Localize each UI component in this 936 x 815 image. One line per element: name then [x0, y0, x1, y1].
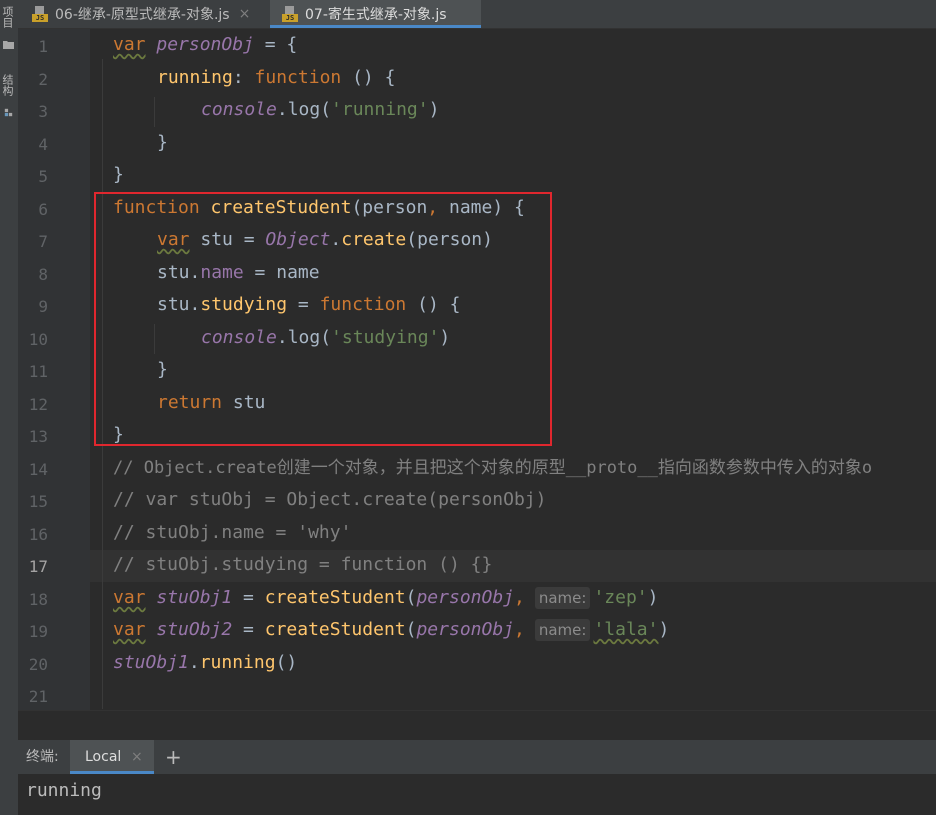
js-file-icon: JS — [32, 6, 48, 22]
line-number: 4 — [38, 135, 48, 154]
code-line-4: } — [157, 132, 168, 153]
code-line-7: var stu = Object.create(person) — [157, 229, 493, 250]
editor-tab-bar: JS 06-继承-原型式继承-对象.js × JS 07-寄生式继承-对象.js — [18, 0, 936, 29]
line-number: 19 — [28, 622, 48, 641]
indent-guide — [154, 324, 155, 354]
indent-guide — [102, 59, 103, 709]
line-number: 7 — [38, 232, 48, 251]
code-line-12: return stu — [157, 392, 266, 413]
line-number: 15 — [28, 492, 48, 511]
code-line-8: stu.name = name — [157, 262, 320, 283]
project-tool-button[interactable]: 项目 — [1, 6, 17, 28]
line-number: 21 — [28, 687, 48, 706]
indent-guide — [154, 97, 155, 127]
project-tool-label: 项目 — [1, 6, 14, 28]
tool-window-strip: 项目 结构 — [0, 0, 19, 815]
structure-tool-button[interactable]: 结构 — [1, 74, 17, 96]
close-icon[interactable]: × — [131, 740, 143, 774]
line-number: 13 — [28, 427, 48, 446]
line-number: 3 — [38, 102, 48, 121]
parameter-hint: name: — [534, 619, 591, 641]
tab-06-inheritance[interactable]: JS 06-继承-原型式继承-对象.js × — [18, 0, 270, 28]
terminal-title: 终端: — [26, 749, 59, 765]
line-number: 10 — [28, 330, 48, 349]
line-number: 9 — [38, 297, 48, 316]
tab-label: 07-寄生式继承-对象.js — [305, 7, 447, 23]
code-line-10: console.log('studying') — [201, 327, 451, 348]
terminal-output-area[interactable]: running — [18, 774, 936, 815]
line-number-current: 17 — [28, 557, 48, 576]
line-number: 14 — [28, 460, 48, 479]
line-number: 1 — [38, 37, 48, 56]
structure-icon — [4, 108, 13, 117]
code-line-3: console.log('running') — [201, 99, 440, 120]
line-number-gutter: 1 2 3 4 5 6 7 8 9 10 11 12 13 14 15 16 1… — [18, 29, 107, 710]
terminal-output: running — [26, 780, 102, 801]
code-line-16: // stuObj.name = 'why' — [113, 522, 352, 543]
line-number: 11 — [28, 362, 48, 381]
code-line-5: } — [113, 164, 124, 185]
tab-07-parasitic-inheritance[interactable]: JS 07-寄生式继承-对象.js — [270, 0, 481, 28]
js-file-icon: JS — [282, 6, 298, 22]
code-line-13: } — [113, 424, 124, 445]
add-terminal-icon[interactable]: + — [165, 740, 182, 774]
panel-splitter[interactable] — [18, 710, 936, 741]
close-icon[interactable]: × — [239, 6, 251, 22]
code-line-19: var stuObj2 = createStudent(personObj, na… — [113, 619, 670, 641]
code-line-18: var stuObj1 = createStudent(personObj, na… — [113, 587, 659, 609]
code-line-20: stuObj1.running() — [113, 652, 298, 673]
line-number: 6 — [38, 200, 48, 219]
folder-icon[interactable] — [3, 40, 14, 49]
code-line-11: } — [157, 359, 168, 380]
code-line-14: // Object.create创建一个对象，并且把这个对象的原型__proto… — [113, 458, 873, 478]
structure-tool-label: 结构 — [1, 74, 14, 96]
code-editor[interactable]: var personObj = { running: function () {… — [90, 29, 936, 710]
code-line-17: // stuObj.studying = function () {} — [113, 554, 493, 575]
code-line-15: // var stuObj = Object.create(personObj) — [113, 489, 547, 510]
tab-label: 06-继承-原型式继承-对象.js — [55, 7, 230, 23]
terminal-header: 终端: Local × + — [18, 740, 936, 774]
line-number: 12 — [28, 395, 48, 414]
code-line-9: stu.studying = function () { — [157, 294, 461, 315]
terminal-tab-label: Local — [85, 749, 122, 765]
code-line-6: function createStudent(person, name) { — [113, 197, 525, 218]
line-number: 16 — [28, 525, 48, 544]
line-number: 8 — [38, 265, 48, 284]
line-number: 2 — [38, 70, 48, 89]
code-line-1: var personObj = { — [113, 34, 298, 55]
line-number: 5 — [38, 167, 48, 186]
line-number: 20 — [28, 655, 48, 674]
terminal-tab-local[interactable]: Local × — [70, 740, 154, 774]
line-number: 18 — [28, 590, 48, 609]
code-line-2: running: function () { — [157, 67, 396, 88]
parameter-hint: name: — [534, 587, 591, 609]
